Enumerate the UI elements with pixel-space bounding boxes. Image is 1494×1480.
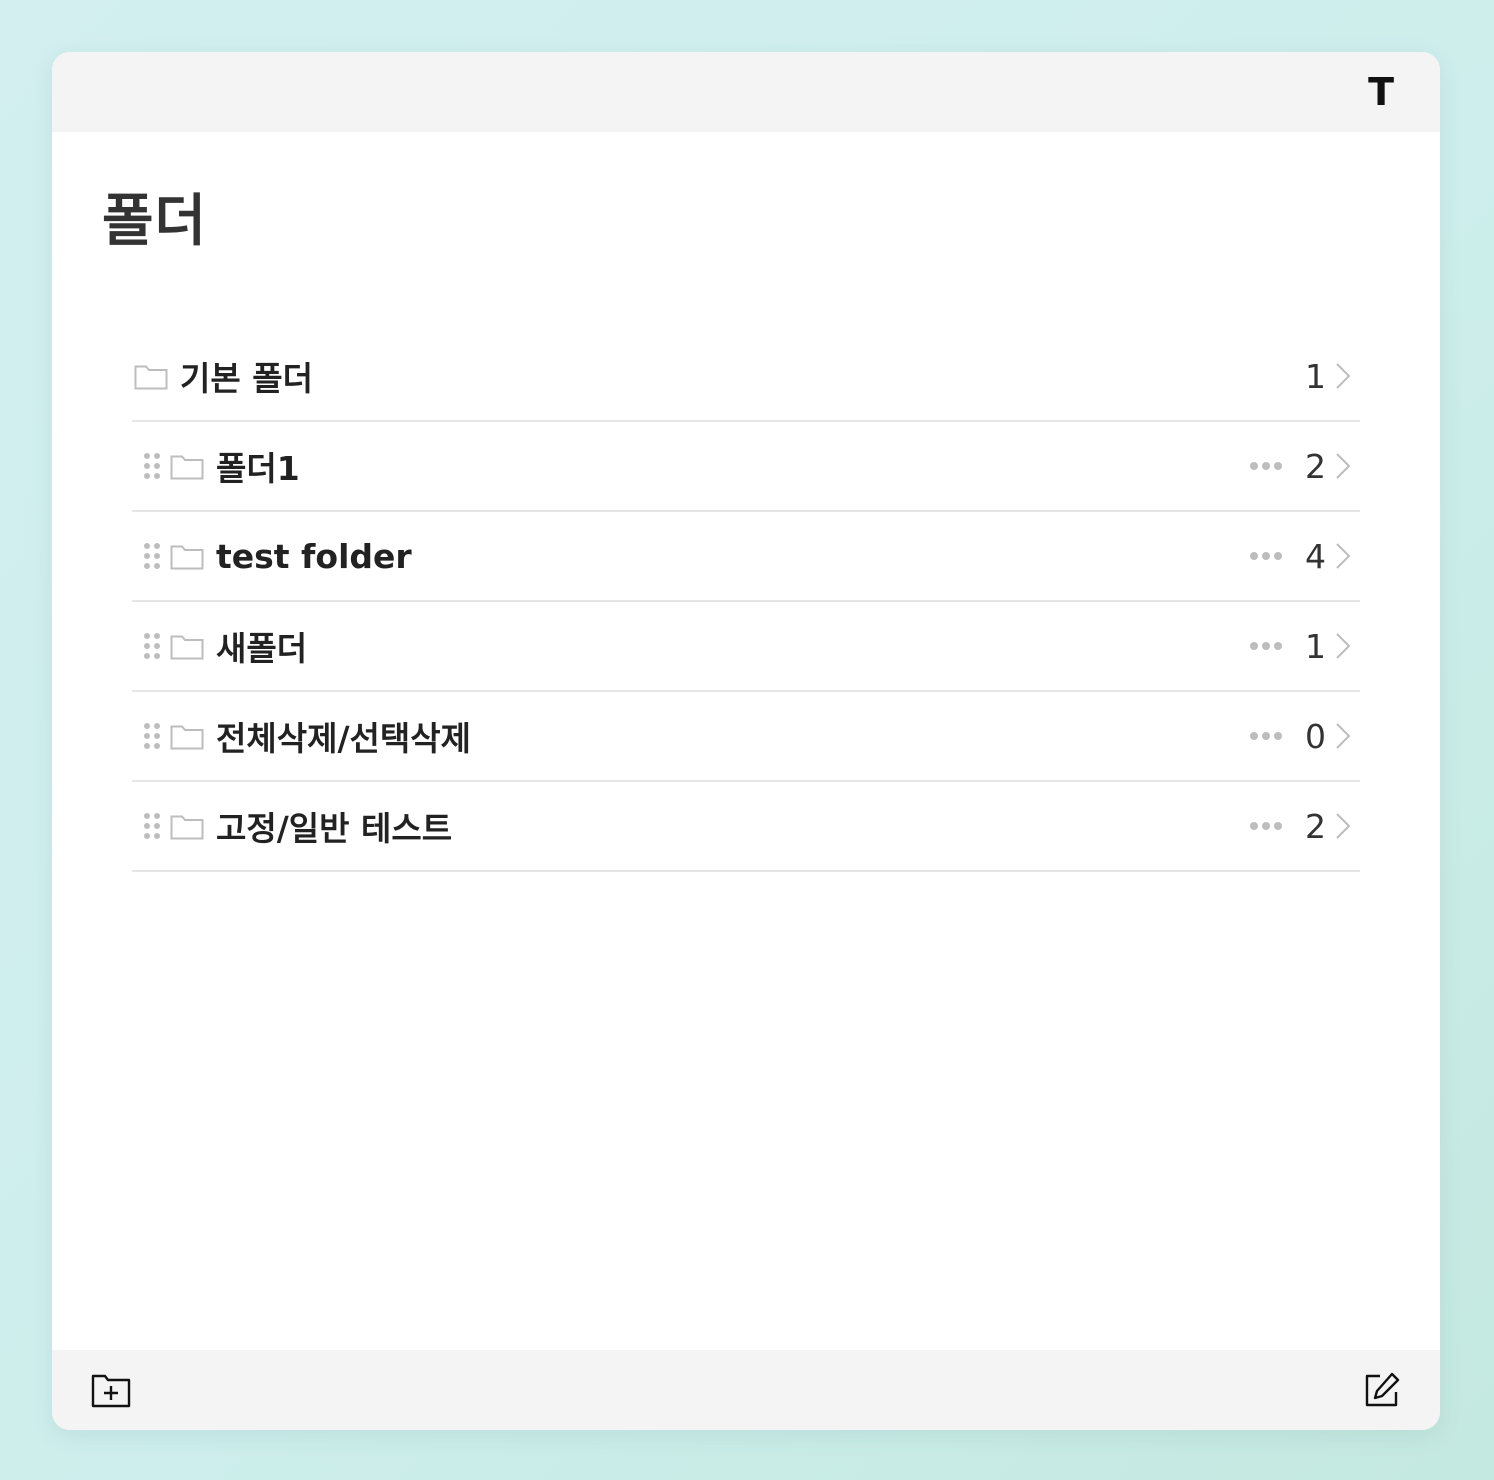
chevron-right-icon xyxy=(1336,453,1351,479)
folder-row-default[interactable]: 기본 폴더 1 xyxy=(132,332,1360,422)
folder-name: 새폴더 xyxy=(216,629,308,668)
chevron-right-icon xyxy=(1336,723,1351,749)
folder-row[interactable]: 폴더1 2 xyxy=(132,422,1360,512)
drag-handle-icon[interactable] xyxy=(140,812,164,840)
folder-row[interactable]: 고정/일반 테스트 2 xyxy=(132,782,1360,872)
row-meta: 1 xyxy=(1305,332,1360,420)
folder-icon xyxy=(170,815,204,840)
new-folder-icon[interactable] xyxy=(90,1370,132,1410)
folder-name: 폴더1 xyxy=(216,449,300,488)
folder-name: 고정/일반 테스트 xyxy=(216,809,453,848)
note-count: 2 xyxy=(1305,446,1326,486)
note-count: 4 xyxy=(1305,536,1326,576)
folder-icon xyxy=(170,725,204,750)
note-count: 1 xyxy=(1305,356,1326,396)
row-meta: 0 xyxy=(1249,692,1360,780)
drag-handle-icon[interactable] xyxy=(140,632,164,660)
folder-icon xyxy=(170,455,204,480)
drag-handle-icon[interactable] xyxy=(140,542,164,570)
chevron-right-icon xyxy=(1336,813,1351,839)
more-icon[interactable] xyxy=(1249,461,1283,471)
row-meta: 2 xyxy=(1249,782,1360,870)
compose-icon[interactable] xyxy=(1362,1370,1402,1410)
row-meta: 4 xyxy=(1249,512,1360,600)
more-icon[interactable] xyxy=(1249,551,1283,561)
profile-button[interactable]: T xyxy=(1368,70,1394,114)
row-meta: 1 xyxy=(1249,602,1360,690)
row-meta: 2 xyxy=(1249,422,1360,510)
folder-name: test folder xyxy=(216,536,412,576)
folder-list: 기본 폴더 1 폴더1 2 test folder 4 새폴더 1 전체삭제/선… xyxy=(132,332,1360,872)
note-count: 1 xyxy=(1305,626,1326,666)
chevron-right-icon xyxy=(1336,363,1351,389)
folders-panel: T 폴더 기본 폴더 1 폴더1 2 test folder 4 새폴더 1 전… xyxy=(52,52,1440,1430)
bottom-bar xyxy=(52,1350,1440,1430)
more-icon[interactable] xyxy=(1249,821,1283,831)
folder-icon xyxy=(170,635,204,660)
chevron-right-icon xyxy=(1336,543,1351,569)
note-count: 2 xyxy=(1305,806,1326,846)
folder-name: 전체삭제/선택삭제 xyxy=(216,719,471,758)
folder-row[interactable]: 새폴더 1 xyxy=(132,602,1360,692)
folder-icon xyxy=(170,545,204,570)
top-bar: T xyxy=(52,52,1440,132)
more-icon[interactable] xyxy=(1249,731,1283,741)
drag-handle-icon[interactable] xyxy=(140,452,164,480)
folder-icon xyxy=(134,365,168,390)
folder-row[interactable]: test folder 4 xyxy=(132,512,1360,602)
note-count: 0 xyxy=(1305,716,1326,756)
chevron-right-icon xyxy=(1336,633,1351,659)
page-title: 폴더 xyxy=(102,189,208,254)
more-icon[interactable] xyxy=(1249,641,1283,651)
folder-name: 기본 폴더 xyxy=(180,359,313,398)
folder-row[interactable]: 전체삭제/선택삭제 0 xyxy=(132,692,1360,782)
drag-handle-icon[interactable] xyxy=(140,722,164,750)
